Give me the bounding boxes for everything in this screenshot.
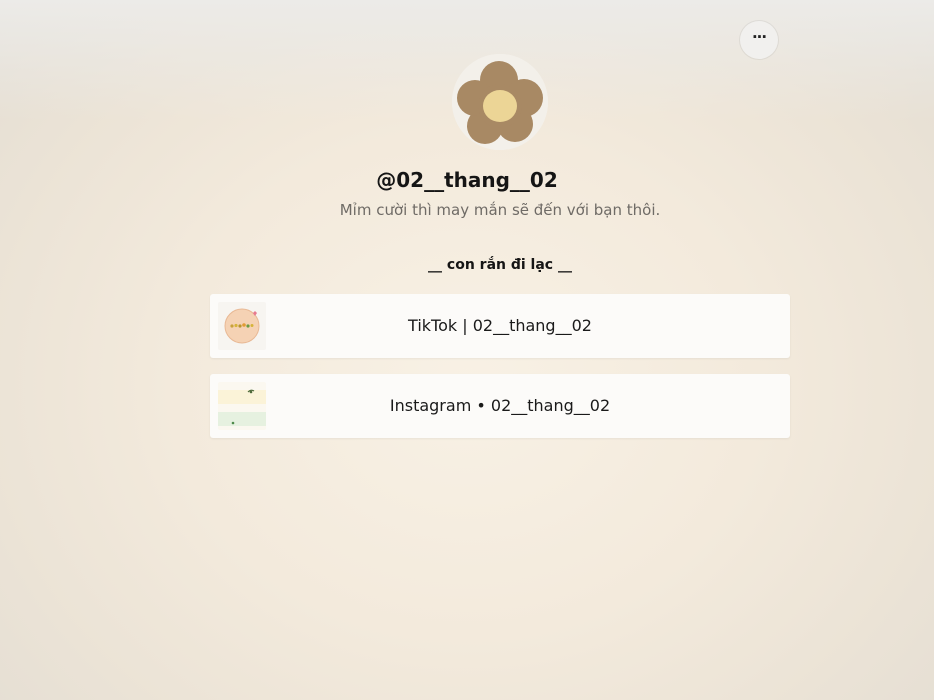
section-header: __ con rắn đi lạc __: [428, 257, 572, 273]
profile-name: @02__thang__02: [376, 168, 558, 192]
link-label-tiktok: TikTok | 02__thang__02: [408, 316, 592, 335]
avatar: [452, 54, 548, 150]
more-icon: ···: [751, 27, 767, 46]
more-options-button[interactable]: ···: [740, 21, 778, 59]
flower-icon: [452, 54, 548, 150]
profile-bio: Mỉm cười thì may mắn sẽ đến với bạn thôi…: [339, 201, 661, 219]
link-card-instagram[interactable]: Instagram • 02__thang__02: [210, 374, 790, 438]
link-label-instagram: Instagram • 02__thang__02: [389, 396, 611, 415]
link-card-tiktok[interactable]: TikTok | 02__thang__02: [210, 294, 790, 358]
